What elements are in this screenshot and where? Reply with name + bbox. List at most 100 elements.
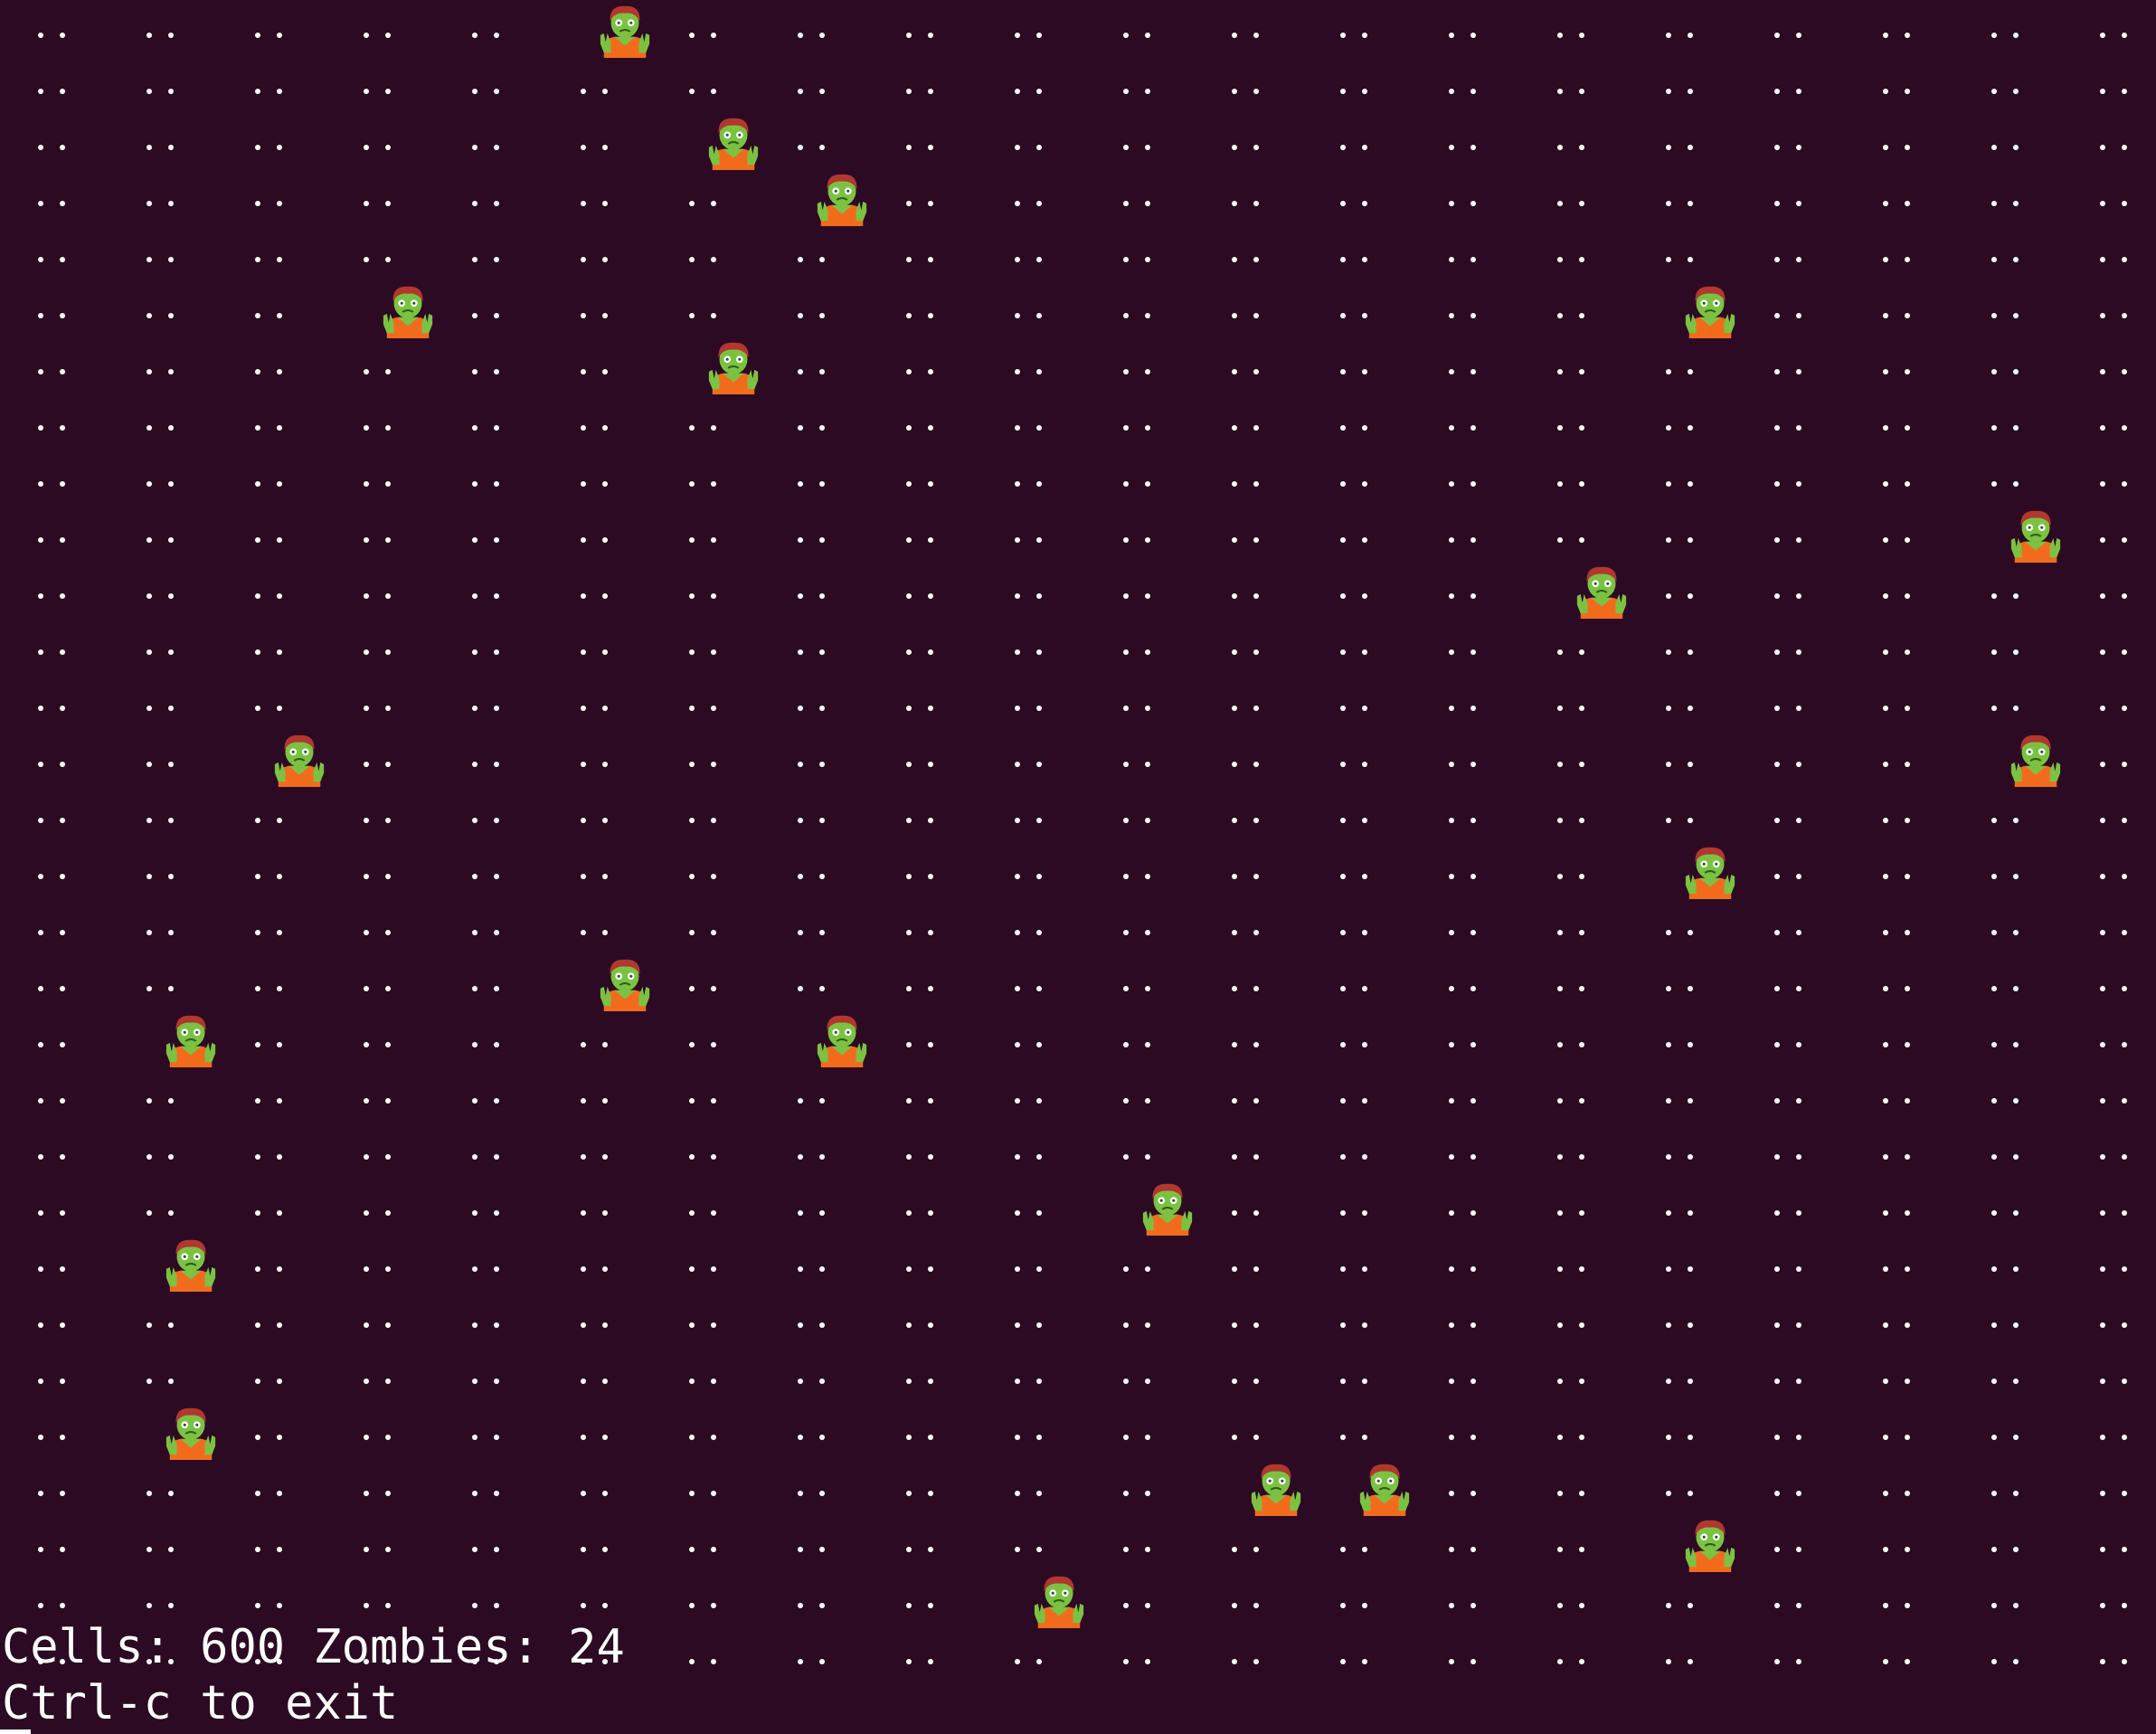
empty-cell	[651, 1122, 760, 1178]
empty-cell	[1411, 1234, 1519, 1290]
empty-cell	[760, 56, 868, 112]
empty-cell-dots	[1953, 841, 2062, 897]
empty-cell	[760, 1290, 868, 1346]
empty-cell-dots	[868, 1122, 977, 1178]
empty-cell	[868, 729, 977, 785]
empty-cell-dots	[977, 1009, 1085, 1066]
zombie-icon	[1031, 1572, 1087, 1628]
empty-cell-dots	[1628, 785, 1736, 841]
empty-cell-dots	[1519, 1626, 1628, 1682]
empty-cell-dots	[651, 897, 760, 953]
empty-cell-dots	[217, 1514, 326, 1570]
terminal-window[interactable]: Cells: 600 Zombies: 24 Ctrl-c to exit	[0, 0, 2156, 1734]
empty-cell-dots	[651, 1290, 760, 1346]
empty-cell	[868, 0, 977, 56]
empty-cell	[1845, 561, 1953, 617]
empty-cell	[217, 1290, 326, 1346]
empty-cell	[326, 449, 434, 505]
empty-cell	[0, 561, 109, 617]
empty-cell	[760, 1402, 868, 1458]
empty-cell-dots	[1953, 1458, 2062, 1514]
empty-cell-dots	[977, 393, 1085, 449]
empty-cell-dots	[434, 1346, 543, 1402]
empty-cell	[1628, 1234, 1736, 1290]
empty-cell-dots	[1519, 449, 1628, 505]
empty-cell	[1302, 224, 1411, 280]
empty-cell	[977, 1122, 1085, 1178]
empty-cell-dots	[543, 393, 651, 449]
empty-cell-dots	[1953, 1009, 2062, 1066]
empty-cell	[1194, 1626, 1302, 1682]
empty-cell	[1953, 224, 2062, 280]
empty-cell	[1411, 505, 1519, 561]
empty-cell	[109, 224, 217, 280]
empty-cell-dots	[651, 1066, 760, 1122]
empty-cell-dots	[1194, 56, 1302, 112]
empty-cell	[1519, 1402, 1628, 1458]
empty-cell-dots	[0, 1402, 109, 1458]
empty-cell-dots	[1953, 168, 2062, 224]
empty-cell	[0, 673, 109, 729]
empty-cell-dots	[434, 785, 543, 841]
empty-cell-dots	[0, 168, 109, 224]
empty-cell	[543, 1514, 651, 1570]
empty-cell-dots	[1628, 953, 1736, 1009]
empty-cell	[651, 561, 760, 617]
empty-cell	[1194, 673, 1302, 729]
empty-cell-dots	[2062, 729, 2156, 785]
empty-cell-dots	[1953, 449, 2062, 505]
empty-cell	[0, 729, 109, 785]
empty-cell	[760, 785, 868, 841]
empty-cell-dots	[1736, 1009, 1845, 1066]
empty-cell	[651, 1178, 760, 1234]
zombie-icon	[597, 955, 653, 1011]
empty-cell	[868, 1346, 977, 1402]
empty-cell	[868, 336, 977, 393]
empty-cell-dots	[1628, 617, 1736, 673]
empty-cell-dots	[1845, 393, 1953, 449]
empty-cell-dots	[1085, 280, 1194, 336]
empty-cell	[977, 1514, 1085, 1570]
empty-cell-dots	[1194, 1178, 1302, 1234]
empty-cell-dots	[1085, 1570, 1194, 1626]
empty-cell-dots	[326, 1234, 434, 1290]
empty-cell	[217, 953, 326, 1009]
empty-cell	[1519, 1570, 1628, 1626]
empty-cell	[1519, 897, 1628, 953]
empty-cell-dots	[326, 561, 434, 617]
empty-cell-dots	[651, 56, 760, 112]
zombie-icon	[1574, 563, 1630, 619]
empty-cell	[2062, 841, 2156, 897]
empty-cell-dots	[868, 841, 977, 897]
empty-cell-dots	[217, 1178, 326, 1234]
empty-cell-dots	[651, 1234, 760, 1290]
empty-cell	[326, 953, 434, 1009]
empty-cell	[434, 280, 543, 336]
empty-cell-dots	[543, 56, 651, 112]
empty-cell	[0, 897, 109, 953]
empty-cell	[0, 953, 109, 1009]
empty-cell-dots	[1845, 1626, 1953, 1682]
empty-cell	[1194, 168, 1302, 224]
empty-cell	[543, 617, 651, 673]
empty-cell-dots	[651, 1458, 760, 1514]
empty-cell-dots	[434, 1290, 543, 1346]
empty-cell-dots	[1845, 1009, 1953, 1066]
empty-cell-dots	[1302, 1234, 1411, 1290]
empty-cell	[2062, 1458, 2156, 1514]
empty-cell-dots	[2062, 617, 2156, 673]
empty-cell	[1845, 1009, 1953, 1066]
empty-cell-dots	[1953, 1178, 2062, 1234]
empty-cell	[1411, 617, 1519, 673]
empty-cell-dots	[1085, 112, 1194, 168]
empty-cell-dots	[2062, 1346, 2156, 1402]
empty-cell	[1736, 673, 1845, 729]
empty-cell-dots	[1736, 1570, 1845, 1626]
empty-cell	[1628, 1346, 1736, 1402]
empty-cell-dots	[1302, 1066, 1411, 1122]
empty-cell	[1845, 953, 1953, 1009]
empty-cell	[977, 56, 1085, 112]
empty-cell-dots	[1085, 1122, 1194, 1178]
empty-cell-dots	[1845, 449, 1953, 505]
empty-cell	[868, 393, 977, 449]
